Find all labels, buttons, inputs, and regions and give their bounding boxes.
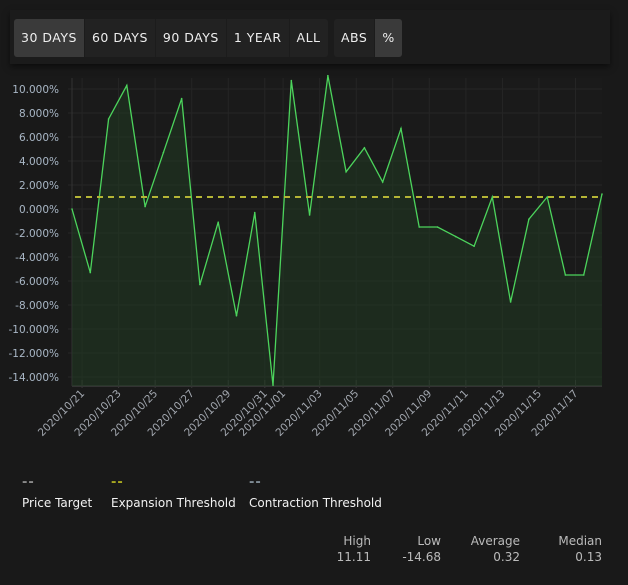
data-point [381, 181, 384, 183]
stat-low: Low -14.68 [380, 534, 441, 564]
stat-label: Low [417, 534, 441, 548]
stat-value: -14.68 [402, 550, 441, 564]
range-90-days-button[interactable]: 90 DAYS [156, 19, 227, 57]
data-point [473, 245, 475, 247]
data-point [199, 283, 201, 286]
data-point [363, 147, 366, 149]
range-1-year-button[interactable]: 1 YEAR [227, 19, 290, 57]
data-point [144, 205, 146, 208]
legend-contraction-threshold[interactable]: -- Contraction Threshold [249, 475, 382, 510]
y-tick-label: -10.000% [8, 324, 59, 336]
data-point [89, 271, 92, 274]
data-point [327, 74, 329, 77]
data-point [71, 208, 73, 210]
y-tick-label: 2.000% [19, 180, 59, 192]
data-point [400, 127, 402, 130]
mode-button-group: ABS % [334, 19, 402, 57]
data-point [217, 221, 220, 223]
data-point [345, 171, 347, 173]
y-tick-label: 8.000% [19, 108, 59, 120]
legend-dash-icon: -- [22, 475, 35, 490]
data-point [528, 218, 530, 220]
data-point [582, 274, 585, 276]
stat-value: 11.11 [336, 550, 371, 564]
data-point [180, 97, 183, 100]
y-tick-label: -8.000% [15, 300, 59, 312]
legend-label: Expansion Threshold [111, 496, 236, 510]
stat-label: Average [470, 534, 520, 548]
y-tick-label: -12.000% [8, 348, 59, 360]
range-30-days-button[interactable]: 30 DAYS [14, 19, 85, 57]
data-point [564, 274, 567, 276]
stat-value: 0.32 [493, 550, 520, 564]
y-tick-label: -4.000% [15, 252, 59, 264]
data-point [107, 118, 110, 120]
stat-high: High 11.11 [330, 534, 371, 564]
range-button-group: 30 DAYS 60 DAYS 90 DAYS 1 YEAR ALL [14, 19, 328, 57]
legend-dash-icon: -- [111, 475, 124, 490]
data-point [436, 226, 439, 228]
data-point [162, 151, 165, 154]
data-point [454, 235, 457, 238]
data-point [418, 226, 421, 228]
data-point [126, 84, 128, 87]
mode-abs-button[interactable]: ABS [334, 19, 376, 57]
chart: 10.000% 8.000% 6.000% 4.000% 2.000% 0.000% -2.… [8, 74, 603, 439]
data-point [546, 196, 548, 198]
data-point [272, 384, 274, 386]
y-tick-label: -6.000% [15, 276, 59, 288]
legend-dash-icon: -- [249, 475, 262, 490]
y-tick-label: -14.000% [8, 372, 59, 384]
data-point [601, 193, 603, 195]
stat-average: Average 0.32 [450, 534, 520, 564]
stat-label: High [343, 534, 371, 548]
range-all-button[interactable]: ALL [290, 19, 328, 57]
data-point [509, 301, 512, 303]
stat-label: Median [558, 534, 602, 548]
y-tick-label: -2.000% [15, 228, 59, 240]
y-tick-label: 0.000% [19, 204, 59, 216]
data-point [290, 79, 293, 82]
legend-price-target[interactable]: -- Price Target [22, 475, 93, 510]
data-point [253, 211, 256, 214]
range-60-days-button[interactable]: 60 DAYS [85, 19, 156, 57]
legend-label: Contraction Threshold [249, 496, 382, 510]
legend-label: Price Target [22, 496, 93, 510]
legend-expansion-threshold[interactable]: -- Expansion Threshold [111, 475, 236, 510]
stat-value: 0.13 [575, 550, 602, 564]
y-tick-label: 6.000% [19, 132, 59, 144]
y-tick-label: 10.000% [12, 84, 59, 96]
data-point [491, 196, 494, 198]
mode-percent-button[interactable]: % [375, 19, 402, 57]
data-point [308, 214, 311, 216]
stat-median: Median 0.13 [530, 534, 602, 564]
toolbar: 30 DAYS 60 DAYS 90 DAYS 1 YEAR ALL ABS % [10, 10, 610, 64]
data-point [235, 315, 238, 317]
y-tick-label: 4.000% [19, 156, 59, 168]
